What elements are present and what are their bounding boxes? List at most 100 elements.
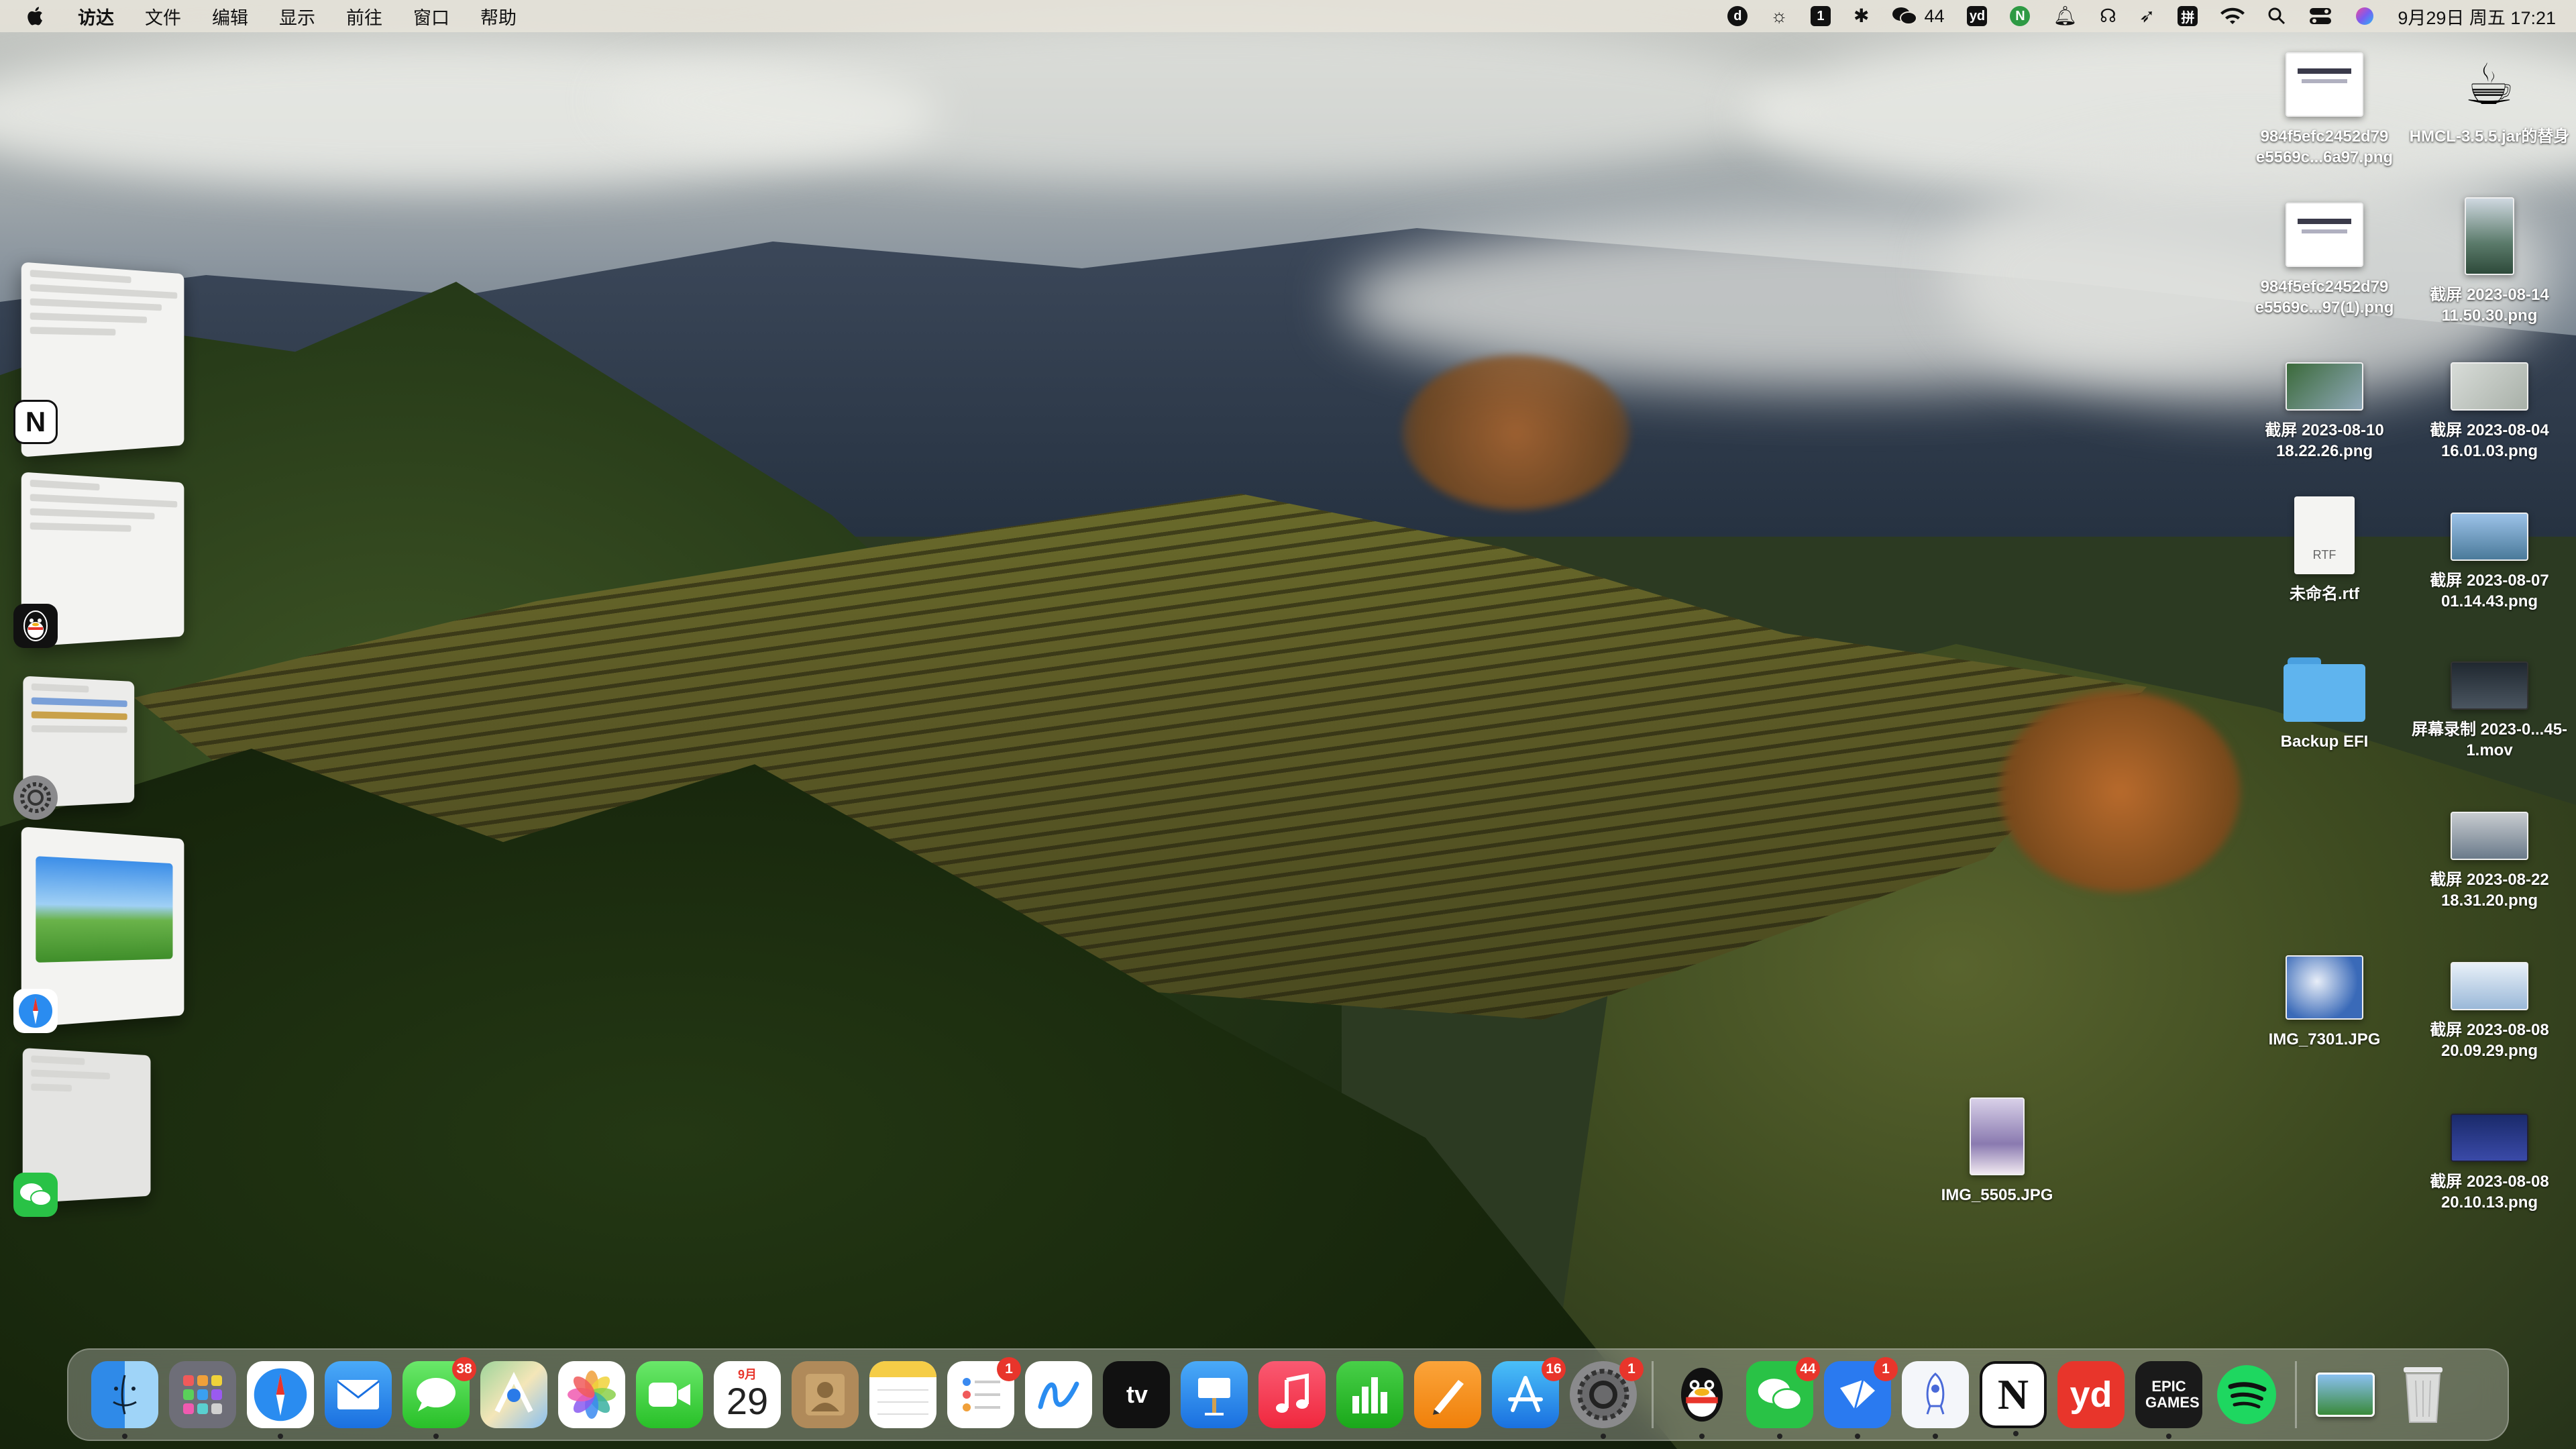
file-label: 截屏 2023-08-04 16.01.03.png (2406, 420, 2573, 462)
headphones-icon[interactable]: ☊ (2100, 7, 2116, 25)
reminders-dock-icon[interactable]: 1 (947, 1361, 1014, 1428)
wechat-dock-icon[interactable]: 44 (1746, 1361, 1813, 1428)
rocket-icon[interactable]: ➶ (2139, 7, 2155, 25)
notification-bell-icon[interactable]: 🔔︎ (2053, 7, 2077, 25)
youdao-status-icon[interactable]: yd (1967, 6, 1987, 26)
maps-dock-icon[interactable] (480, 1361, 547, 1428)
desktop-file[interactable]: IMG_5505.JPG (1913, 1097, 2081, 1205)
mail-dock-icon[interactable] (325, 1361, 392, 1428)
menu-window[interactable]: 窗口 (413, 3, 449, 30)
desktop-file[interactable]: IMG_7301.JPG (2241, 955, 2408, 1050)
apple-tv-dock-icon[interactable]: tv (1103, 1361, 1170, 1428)
calendar-month: 9月 (714, 1365, 781, 1381)
downloads-stack-dock-icon[interactable] (2312, 1361, 2379, 1428)
n-status-icon[interactable]: N (2010, 6, 2030, 26)
dock: 38 9月 29 1 tv 16 1 44 1 N yd EPIC GAMES (67, 1348, 2509, 1441)
brightness-icon[interactable]: ☼ (1770, 7, 1788, 25)
png-thumbnail (2451, 362, 2528, 411)
calendar-day: 29 (727, 1381, 768, 1421)
desktop-file[interactable]: RTF 未命名.rtf (2241, 496, 2408, 604)
file-label: IMG_5505.JPG (1913, 1185, 2081, 1205)
freeform-dock-icon[interactable] (1025, 1361, 1092, 1428)
running-indicator (1777, 1434, 1782, 1439)
png-thumbnail (2451, 1114, 2528, 1162)
contacts-dock-icon[interactable] (792, 1361, 859, 1428)
desktop-file[interactable]: 984f5efc2452d79 e5569c...6a97.png (2241, 52, 2408, 168)
menu-bar: 访达 文件 编辑 显示 前往 窗口 帮助 d ☼ 1 ✱ 44 yd N 🔔︎ … (0, 0, 2576, 32)
asterisk-icon[interactable]: ✱ (1854, 7, 1869, 25)
system-settings-badge: 1 (1619, 1357, 1644, 1381)
desktop-file[interactable]: 截屏 2023-08-08 20.09.29.png (2406, 962, 2573, 1061)
menu-go[interactable]: 前往 (346, 3, 382, 30)
menu-clock[interactable]: 9月29日 周五 17:21 (2398, 3, 2556, 30)
png-thumbnail (2451, 812, 2528, 860)
file-label: HMCL-3.5.5.jar的替身 (2406, 126, 2573, 147)
numbers-dock-icon[interactable] (1336, 1361, 1403, 1428)
file-label: 未命名.rtf (2241, 584, 2408, 604)
epic-games-label: EPIC GAMES (2145, 1379, 2192, 1411)
spotify-dock-icon[interactable] (2213, 1361, 2280, 1428)
app-store-dock-icon[interactable]: 16 (1492, 1361, 1559, 1428)
folder-label: Backup EFI (2241, 731, 2408, 752)
apple-menu-icon[interactable] (25, 5, 47, 27)
desktop-file[interactable]: 截屏 2023-08-04 16.01.03.png (2406, 362, 2573, 462)
trash-dock-icon[interactable] (2390, 1361, 2457, 1428)
folder-icon (2284, 655, 2365, 722)
file-label: 截屏 2023-08-08 20.09.29.png (2406, 1020, 2573, 1061)
reminders-badge: 1 (997, 1357, 1021, 1381)
finder-dock-icon[interactable] (91, 1361, 158, 1428)
desktop-file[interactable]: 屏幕录制 2023-0...45-1.mov (2406, 661, 2573, 761)
system-settings-app-icon (13, 775, 58, 820)
desktop-file[interactable]: 截屏 2023-08-10 18.22.26.png (2241, 362, 2408, 462)
menu-file[interactable]: 文件 (145, 3, 181, 30)
menu-view[interactable]: 显示 (279, 3, 315, 30)
system-settings-dock-icon[interactable]: 1 (1570, 1361, 1637, 1428)
photos-dock-icon[interactable] (558, 1361, 625, 1428)
png-thumbnail (2286, 362, 2363, 411)
feishu-dock-icon[interactable]: 1 (1824, 1361, 1891, 1428)
status-badge-icon[interactable]: 1 (1811, 6, 1831, 26)
launchpad-dock-icon[interactable] (169, 1361, 236, 1428)
file-label: 截屏 2023-08-10 18.22.26.png (2241, 420, 2408, 462)
calendar-dock-icon[interactable]: 9月 29 (714, 1361, 781, 1428)
desktop-alias[interactable]: ☕︎ HMCL-3.5.5.jar的替身 (2406, 52, 2573, 147)
messages-badge: 38 (452, 1357, 476, 1381)
youdao-dock-label: yd (2070, 1374, 2112, 1415)
desktop-file[interactable]: 截屏 2023-08-07 01.14.43.png (2406, 513, 2573, 612)
pages-dock-icon[interactable] (1414, 1361, 1481, 1428)
menu-edit[interactable]: 编辑 (212, 3, 248, 30)
menu-app-name[interactable]: 访达 (78, 3, 114, 30)
desktop-file[interactable]: 截屏 2023-08-14 11.50.30.png (2406, 197, 2573, 326)
spotlight-search-icon[interactable] (2267, 7, 2286, 25)
youdao-dock-icon[interactable]: yd (2057, 1361, 2125, 1428)
desktop-file[interactable]: 截屏 2023-08-22 18.31.20.png (2406, 812, 2573, 911)
epic-games-dock-icon[interactable]: EPIC GAMES (2135, 1361, 2202, 1428)
file-label: 984f5efc2452d79 e5569c...6a97.png (2241, 126, 2408, 168)
wechat-status-icon[interactable]: 44 (1892, 6, 1944, 27)
wifi-icon[interactable] (2220, 7, 2245, 25)
running-indicator (1601, 1434, 1606, 1439)
keynote-dock-icon[interactable] (1181, 1361, 1248, 1428)
desktop-file[interactable]: 984f5efc2452d79 e5569c...97(1).png (2241, 203, 2408, 318)
desktop-folder[interactable]: Backup EFI (2241, 655, 2408, 752)
png-thumbnail (2286, 52, 2363, 117)
notion-dock-icon[interactable]: N (1980, 1361, 2047, 1428)
wechat-badge: 44 (1796, 1357, 1820, 1381)
running-indicator (2166, 1434, 2171, 1439)
safari-dock-icon[interactable] (247, 1361, 314, 1428)
music-dock-icon[interactable] (1258, 1361, 1326, 1428)
desktop-file[interactable]: 截屏 2023-08-08 20.10.13.png (2406, 1114, 2573, 1213)
wechat-app-icon (13, 1173, 58, 1217)
qq-dock-icon[interactable] (1668, 1361, 1735, 1428)
facetime-dock-icon[interactable] (636, 1361, 703, 1428)
dash-icon[interactable]: d (1727, 6, 1748, 26)
png-thumbnail (2286, 203, 2363, 267)
siri-icon[interactable] (2355, 6, 2375, 26)
messages-dock-icon[interactable]: 38 (402, 1361, 470, 1428)
notes-dock-icon[interactable] (869, 1361, 936, 1428)
notion-app-icon: N (13, 400, 58, 444)
input-method-icon[interactable]: 拼 (2178, 6, 2198, 26)
control-center-icon[interactable] (2309, 7, 2332, 25)
rocket-dock-icon[interactable] (1902, 1361, 1969, 1428)
menu-help[interactable]: 帮助 (480, 3, 517, 30)
